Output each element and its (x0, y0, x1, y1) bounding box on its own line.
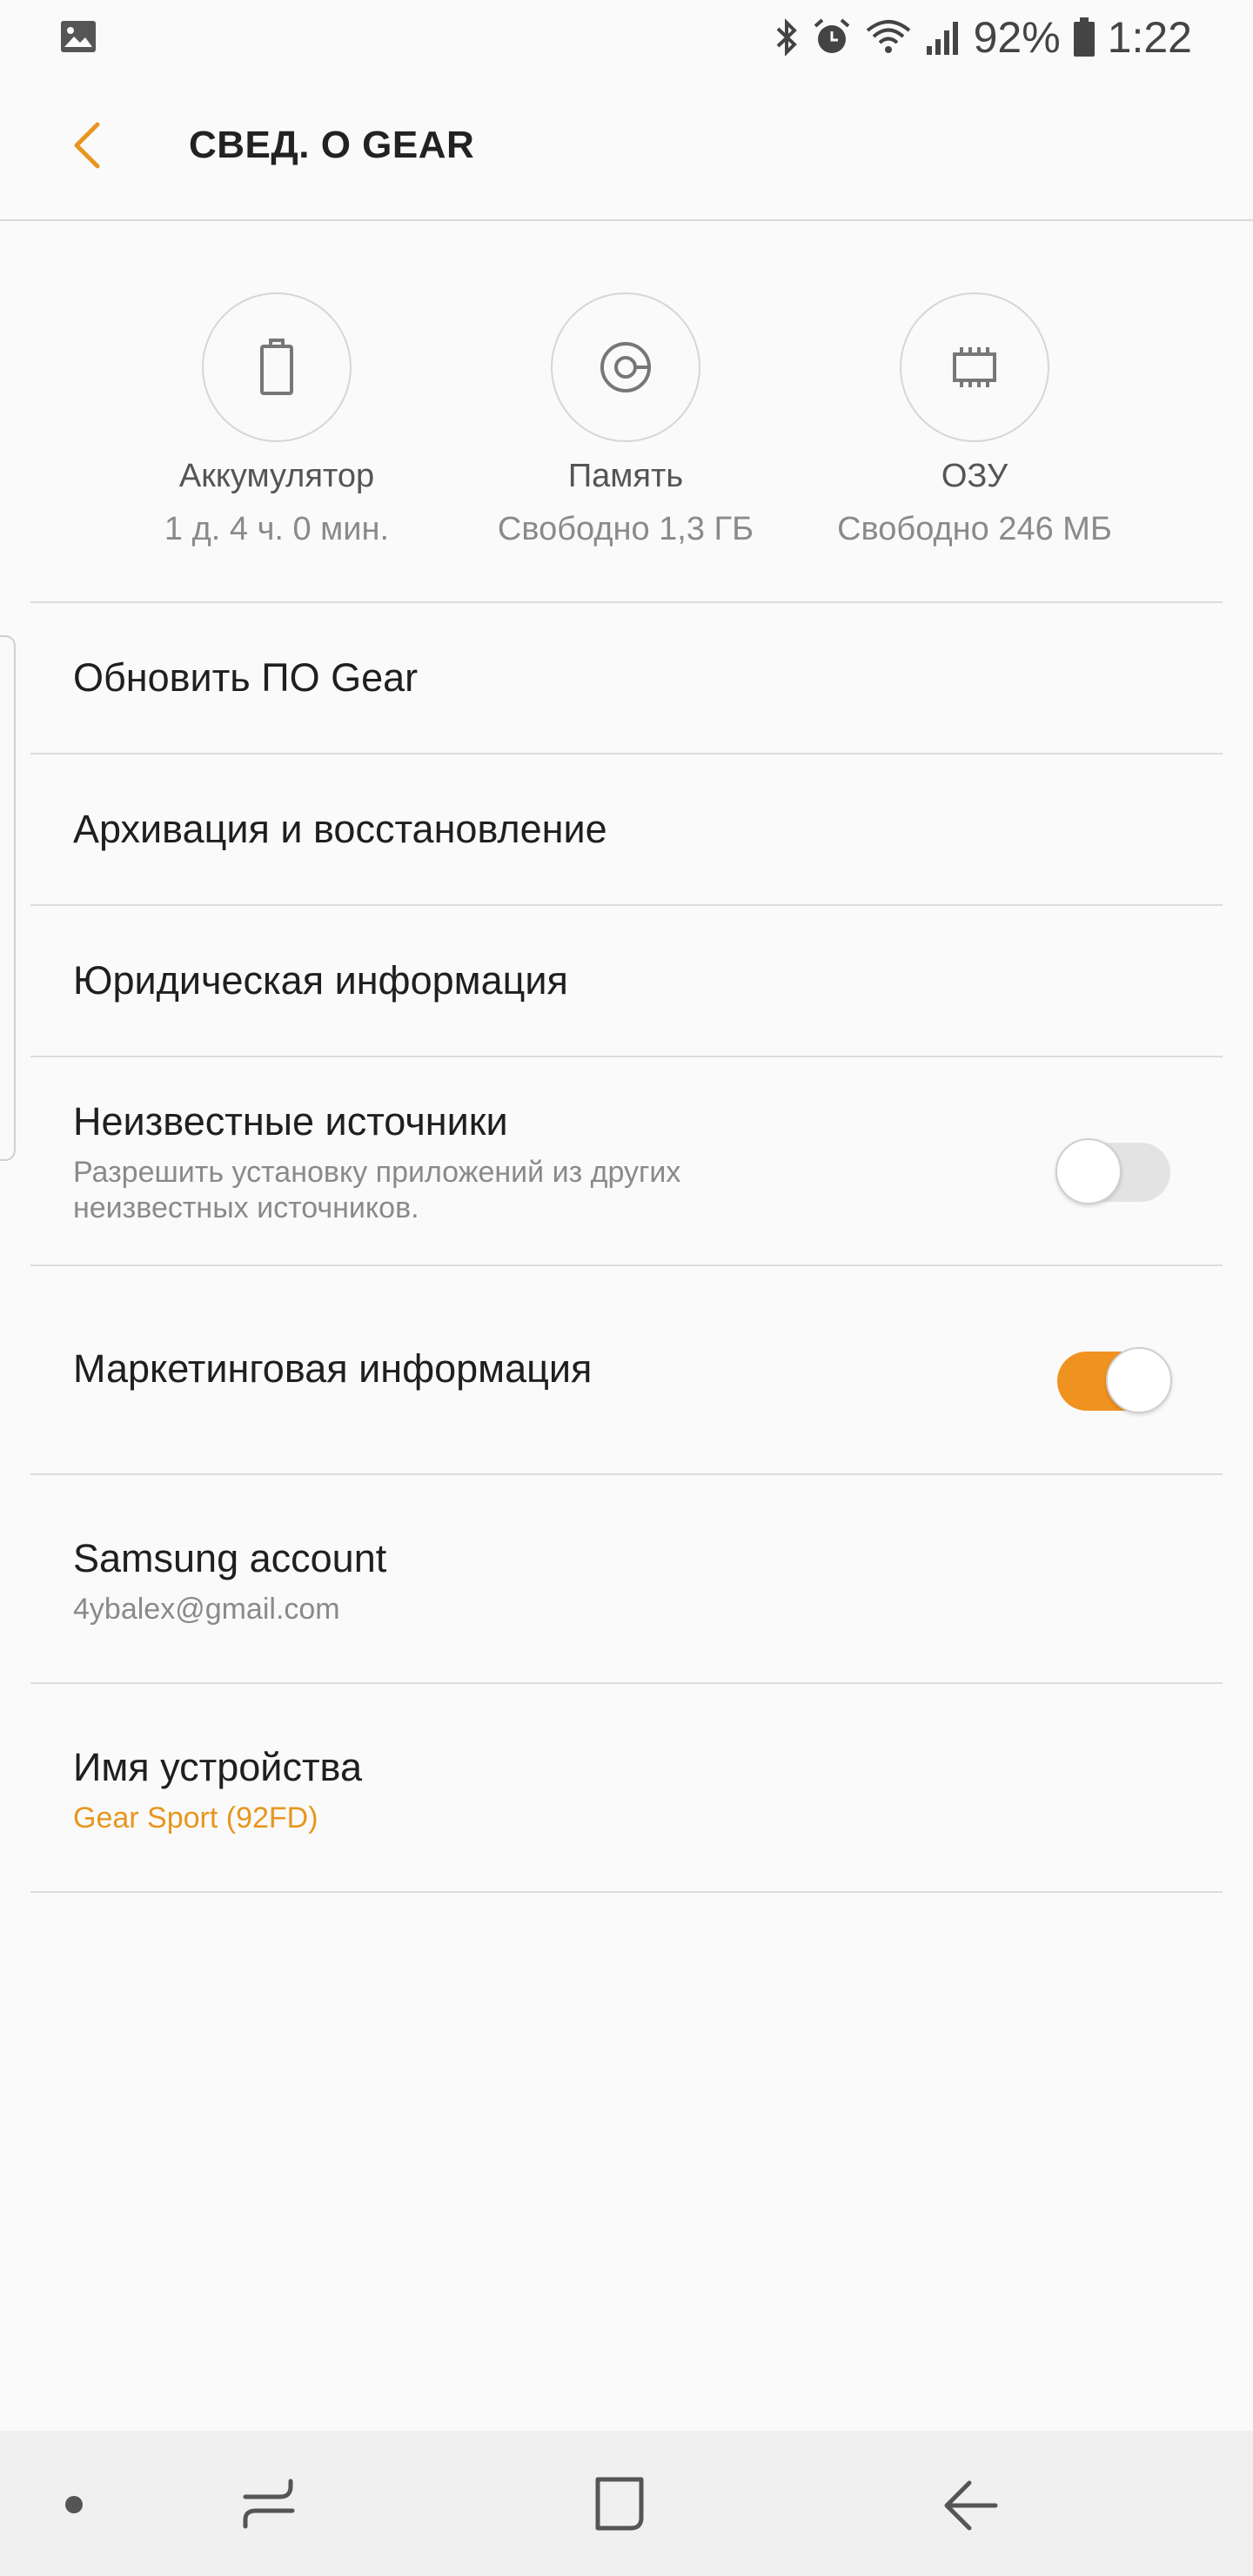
alarm-icon (812, 17, 852, 57)
stat-value: 1 д. 4 ч. 0 мин. (164, 511, 390, 547)
device-stats: Аккумулятор 1 д. 4 ч. 0 мин. Память Своб… (0, 292, 1253, 571)
storage-stat[interactable]: Память Свободно 1,3 ГБ (452, 292, 800, 548)
toggle-thumb (1055, 1138, 1122, 1204)
legal-info-item[interactable]: Юридическая информация (0, 906, 1253, 1056)
nav-dot-button[interactable] (52, 2465, 96, 2548)
update-software-item[interactable]: Обновить ПО Gear (0, 603, 1253, 753)
item-subtitle: Gear Sport (92FD) (73, 1801, 318, 1835)
storage-icon (551, 292, 700, 442)
stat-name: Память (567, 458, 684, 494)
battery-stat[interactable]: Аккумулятор 1 д. 4 ч. 0 мин. (103, 292, 451, 548)
back-button[interactable] (52, 110, 122, 184)
bluetooth-icon (774, 18, 800, 57)
item-title: Маркетинговая информация (73, 1346, 593, 1391)
battery-percent: 92% (973, 13, 1061, 62)
item-title: Неизвестные источники (73, 1099, 508, 1144)
home-button[interactable] (584, 2465, 657, 2548)
item-title: Юридическая информация (73, 958, 568, 1003)
gallery-notification-icon (59, 19, 97, 58)
item-subtitle: Разрешить установку приложений из других… (73, 1156, 681, 1224)
item-title: Имя устройства (73, 1745, 362, 1789)
divider (30, 1891, 1223, 1893)
item-title: Samsung account (73, 1536, 387, 1580)
unknown-sources-item[interactable]: Неизвестные источники Разрешить установк… (0, 1057, 1253, 1265)
stat-name: Аккумулятор (178, 458, 375, 494)
samsung-account-item[interactable]: Samsung account 4ybalex@gmail.com (0, 1475, 1253, 1682)
back-nav-icon (935, 2480, 1008, 2547)
back-nav-button[interactable] (935, 2465, 1008, 2548)
battery-status-icon (1073, 17, 1096, 57)
device-name-item[interactable]: Имя устройства Gear Sport (92FD) (0, 1684, 1253, 1891)
home-icon (584, 2477, 657, 2547)
recent-apps-icon (233, 2479, 306, 2547)
wifi-icon (864, 18, 913, 57)
stat-name: ОЗУ (941, 458, 1008, 494)
stat-value: Свободно 1,3 ГБ (497, 511, 754, 547)
toggle-thumb (1106, 1347, 1172, 1413)
marketing-toggle[interactable] (1055, 1332, 1172, 1413)
clock: 1:22 (1107, 13, 1192, 62)
item-title: Обновить ПО Gear (73, 655, 419, 700)
item-subtitle: 4ybalex@gmail.com (73, 1593, 340, 1626)
unknown-sources-toggle[interactable] (1055, 1124, 1172, 1204)
page-title: СВЕД. О GEAR (189, 124, 475, 166)
navigation-bar (0, 2431, 1253, 2576)
marketing-info-item[interactable]: Маркетинговая информация (0, 1266, 1253, 1473)
battery-icon (202, 292, 352, 442)
dot-icon (52, 2496, 96, 2547)
recent-apps-button[interactable] (233, 2465, 306, 2548)
backup-restore-item[interactable]: Архивация и восстановление (0, 755, 1253, 904)
item-title: Архивация и восстановление (73, 807, 607, 851)
ram-stat[interactable]: ОЗУ Свободно 246 МБ (801, 292, 1149, 548)
app-header: СВЕД. О GEAR (0, 75, 1253, 221)
signal-icon (925, 18, 962, 57)
back-arrow-icon (70, 119, 104, 176)
stat-value: Свободно 246 МБ (837, 511, 1112, 547)
status-bar: 92% 1:22 (0, 0, 1253, 75)
ram-chip-icon (900, 292, 1049, 442)
